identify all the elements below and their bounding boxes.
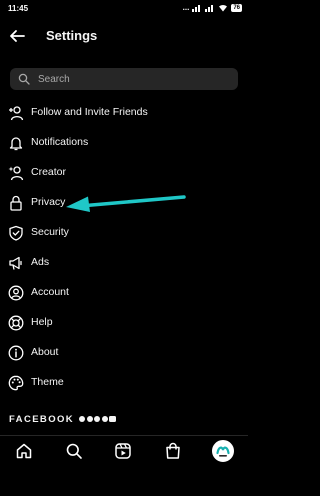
instagram-icon — [94, 416, 101, 422]
battery-icon: 76 — [231, 3, 242, 12]
signal-dots: ... — [182, 3, 190, 12]
signal-icon-2 — [205, 4, 214, 12]
avatar-logo-icon — [213, 441, 233, 461]
profile-avatar[interactable] — [212, 440, 234, 462]
page-title: Settings — [46, 28, 98, 43]
bottom-nav — [0, 436, 248, 466]
menu-item-help[interactable]: Help — [0, 308, 248, 338]
shop-icon[interactable] — [164, 442, 182, 460]
header: Settings — [0, 22, 248, 50]
menu-item-security[interactable]: Security — [0, 218, 248, 248]
home-icon[interactable] — [15, 442, 33, 460]
facebook-icon — [79, 416, 86, 422]
signal-icon — [192, 4, 201, 12]
menu-item-theme[interactable]: Theme — [0, 368, 248, 398]
menu-item-account[interactable]: Account — [0, 278, 248, 308]
menu-item-follow-invite[interactable]: Follow and Invite Friends — [0, 98, 248, 128]
menu-item-label: About — [31, 346, 59, 358]
menu-item-label: Notifications — [31, 136, 89, 148]
search-nav-icon[interactable] — [65, 442, 83, 460]
facebook-wordmark: FACEBOOK — [9, 413, 75, 425]
search-icon — [18, 73, 30, 85]
menu-item-creator[interactable]: Creator — [0, 158, 248, 188]
reels-icon[interactable] — [114, 442, 132, 460]
menu-item-label: Privacy — [31, 196, 66, 208]
menu-item-label: Help — [31, 316, 53, 328]
add-person-icon — [9, 106, 24, 121]
wifi-icon — [219, 4, 228, 11]
megaphone-icon — [9, 256, 22, 270]
menu-item-label: Follow and Invite Friends — [31, 106, 148, 118]
account-circle-icon — [8, 285, 24, 301]
menu-item-label: Security — [31, 226, 69, 238]
bell-icon — [9, 137, 23, 151]
status-bar: 11:45 ... 76 — [0, 0, 248, 18]
annotation-arrow-icon — [66, 195, 186, 212]
shield-check-icon — [9, 225, 23, 241]
menu-item-about[interactable]: About — [0, 338, 248, 368]
messenger-icon — [86, 416, 93, 422]
status-time: 11:45 — [8, 4, 29, 13]
menu-item-notifications[interactable]: Notifications — [0, 128, 248, 158]
info-icon — [8, 345, 24, 361]
facebook-footer[interactable]: FACEBOOK — [9, 412, 117, 426]
menu-item-label: Ads — [31, 256, 50, 268]
menu-item-ads[interactable]: Ads — [0, 248, 248, 278]
search-bar[interactable] — [10, 68, 238, 90]
back-arrow-icon[interactable] — [8, 27, 26, 45]
menu-item-label: Theme — [31, 376, 64, 388]
search-input[interactable] — [38, 68, 228, 90]
creator-icon — [8, 166, 24, 181]
portal-icon — [109, 416, 117, 422]
menu-item-label: Creator — [31, 166, 67, 178]
lifebuoy-icon — [8, 315, 24, 331]
menu-item-label: Account — [31, 286, 69, 298]
status-icons: ... 76 — [183, 3, 242, 12]
meta-apps-icons — [79, 416, 117, 422]
gesture-bar — [0, 466, 248, 496]
whatsapp-icon — [101, 416, 108, 422]
palette-icon — [8, 375, 24, 391]
lock-icon — [10, 195, 22, 211]
